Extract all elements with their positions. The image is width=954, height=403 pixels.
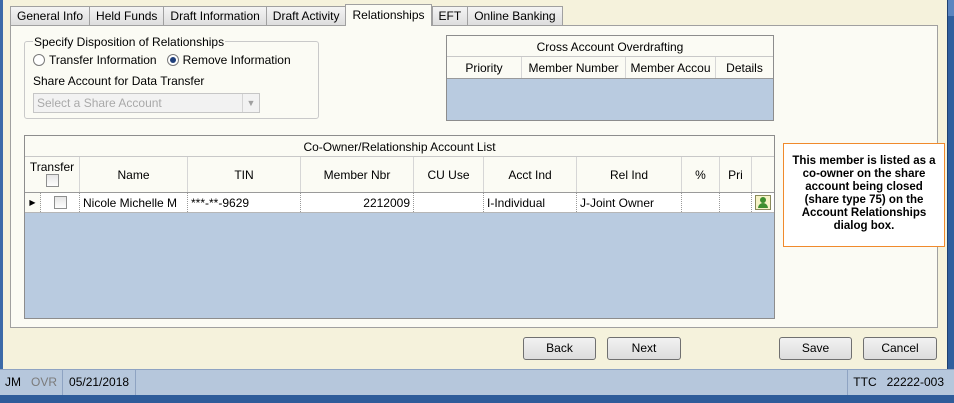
scrollbar-thumb[interactable] — [948, 0, 954, 16]
column-priority[interactable]: Priority — [447, 57, 522, 78]
window-frame-left — [0, 0, 3, 369]
coowner-relationship-grid: Co-Owner/Relationship Account List Trans… — [24, 135, 775, 319]
tab-relationships[interactable]: Relationships — [345, 4, 432, 26]
tab-draft-activity[interactable]: Draft Activity — [265, 6, 346, 26]
tab-bar: General Info Held Funds Draft Informatio… — [10, 4, 563, 26]
back-button[interactable]: Back — [523, 337, 596, 360]
cross-account-overdrafting-grid: Cross Account Overdrafting Priority Memb… — [446, 35, 774, 121]
column-pri[interactable]: Pri — [720, 157, 752, 192]
column-transfer-label: Transfer — [29, 160, 75, 174]
callout-note: This member is listed as a co-owner on t… — [783, 143, 945, 247]
disposition-groupbox: Specify Disposition of Relationships Tra… — [24, 35, 319, 119]
transfer-information-radio[interactable]: Transfer Information — [33, 53, 157, 67]
row-cu-use — [414, 193, 484, 212]
transfer-information-label: Transfer Information — [49, 53, 157, 67]
column-rel-ind[interactable]: Rel Ind — [577, 157, 682, 192]
row-member-nbr: 2212009 — [301, 193, 414, 212]
remove-information-label: Remove Information — [182, 53, 291, 67]
row-owner-cell[interactable] — [752, 193, 774, 212]
status-bar: JM OVR 05/21/2018 TTC 22222-003 — [0, 369, 954, 396]
remove-information-radio[interactable]: Remove Information — [166, 53, 291, 67]
column-member-account[interactable]: Member Accou — [626, 57, 716, 78]
radio-unchecked-icon — [33, 54, 45, 66]
status-date: 05/21/2018 — [63, 369, 137, 396]
window-frame-bottom — [0, 395, 954, 403]
column-cu-use[interactable]: CU Use — [414, 157, 484, 192]
row-rel-ind: J-Joint Owner — [577, 193, 682, 212]
column-tin[interactable]: TIN — [188, 157, 301, 192]
person-icon[interactable] — [755, 195, 771, 210]
overdraft-grid-header: Priority Member Number Member Accou Deta… — [447, 57, 773, 79]
row-acct-ind: I-Individual — [484, 193, 577, 212]
share-account-placeholder: Select a Share Account — [37, 96, 162, 110]
column-details[interactable]: Details — [716, 57, 773, 78]
status-ovr: OVR — [26, 369, 64, 396]
coowner-grid-title: Co-Owner/Relationship Account List — [25, 136, 774, 157]
tab-eft[interactable]: EFT — [431, 6, 468, 26]
status-ttc-label: TTC — [847, 369, 881, 396]
overdraft-grid-title: Cross Account Overdrafting — [447, 36, 773, 57]
column-name[interactable]: Name — [80, 157, 188, 192]
disposition-options: Transfer Information Remove Information — [33, 53, 291, 67]
row-indicator-icon: ▶ — [25, 193, 41, 212]
status-user: JM — [5, 374, 21, 389]
transfer-checkbox[interactable] — [53, 196, 67, 209]
share-account-select[interactable]: Select a Share Account ▼ — [33, 93, 260, 113]
disposition-title: Specify Disposition of Relationships — [33, 35, 226, 49]
tab-held-funds[interactable]: Held Funds — [89, 6, 164, 26]
radio-checked-icon — [166, 54, 179, 66]
column-acct-ind[interactable]: Acct Ind — [484, 157, 577, 192]
cancel-button[interactable]: Cancel — [863, 337, 937, 360]
tab-general-info[interactable]: General Info — [10, 6, 90, 26]
row-name: Nicole Michelle M — [80, 193, 188, 212]
row-tin: ***-**-9629 — [188, 193, 301, 212]
column-member-nbr[interactable]: Member Nbr — [301, 157, 414, 192]
tab-online-banking[interactable]: Online Banking — [467, 6, 563, 26]
next-button[interactable]: Next — [607, 337, 681, 360]
tab-draft-information[interactable]: Draft Information — [163, 6, 266, 26]
column-member-number[interactable]: Member Number — [522, 57, 626, 78]
row-pri — [720, 193, 752, 212]
row-transfer-cell[interactable] — [41, 193, 80, 212]
select-all-checkbox[interactable] — [45, 174, 59, 187]
share-account-label: Share Account for Data Transfer — [33, 74, 205, 88]
coowner-grid-header: Transfer Name TIN Member Nbr CU Use Acct… — [25, 157, 774, 193]
row-percent — [682, 193, 720, 212]
save-button[interactable]: Save — [779, 337, 852, 360]
column-icon — [752, 157, 774, 192]
table-row[interactable]: ▶ Nicole Michelle M ***-**-9629 2212009 … — [25, 193, 774, 213]
column-transfer[interactable]: Transfer — [25, 157, 80, 192]
status-ttc-value: 22222-003 — [886, 374, 944, 389]
chevron-down-icon[interactable]: ▼ — [242, 94, 259, 112]
column-percent[interactable]: % — [682, 157, 720, 192]
window-frame-right — [947, 0, 954, 369]
